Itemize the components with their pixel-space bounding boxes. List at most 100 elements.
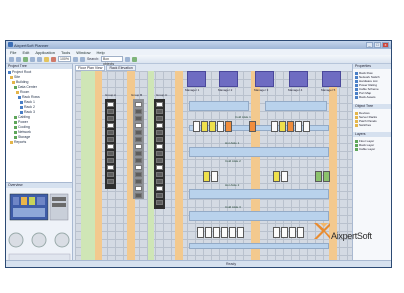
rack-slot[interactable] bbox=[107, 116, 114, 121]
rack-slot[interactable] bbox=[156, 179, 163, 184]
rack-unit[interactable] bbox=[315, 171, 322, 182]
server-rack[interactable] bbox=[154, 99, 165, 209]
rack-slot[interactable] bbox=[156, 144, 163, 149]
rack-unit[interactable] bbox=[287, 121, 294, 132]
rack-unit[interactable] bbox=[201, 121, 208, 132]
layer-item[interactable]: Cable Layer bbox=[355, 147, 375, 151]
rack-unit[interactable] bbox=[197, 227, 204, 238]
aisle-lane[interactable] bbox=[189, 189, 329, 199]
menu-file[interactable]: File bbox=[10, 50, 16, 55]
rack-unit[interactable] bbox=[237, 227, 244, 238]
maximize-button[interactable]: □ bbox=[374, 42, 381, 48]
server-rack[interactable] bbox=[133, 99, 144, 199]
rack-slot[interactable] bbox=[107, 165, 114, 170]
rack-slot[interactable] bbox=[135, 116, 142, 121]
rack-slot[interactable] bbox=[156, 200, 163, 205]
close-button[interactable]: x bbox=[382, 42, 389, 48]
redo-icon[interactable] bbox=[37, 56, 42, 62]
rack-slot[interactable] bbox=[156, 130, 163, 135]
rack-slot[interactable] bbox=[135, 137, 142, 142]
rack-unit[interactable] bbox=[281, 227, 288, 238]
rack-slot[interactable] bbox=[156, 172, 163, 177]
manager-block[interactable] bbox=[289, 71, 308, 87]
rack-slot[interactable] bbox=[107, 172, 114, 177]
rack-slot[interactable] bbox=[107, 151, 114, 156]
rack-unit[interactable] bbox=[203, 171, 210, 182]
rack-slot[interactable] bbox=[156, 123, 163, 128]
rack-slot[interactable] bbox=[135, 158, 142, 163]
rack-unit[interactable] bbox=[225, 121, 232, 132]
menu-application[interactable]: Application bbox=[35, 50, 55, 55]
rack-unit[interactable] bbox=[193, 121, 200, 132]
rack-unit[interactable] bbox=[297, 227, 304, 238]
undo-icon[interactable] bbox=[30, 56, 35, 62]
aisle-lane[interactable] bbox=[189, 147, 329, 157]
tree-item[interactable]: Reports bbox=[10, 140, 26, 145]
aisle-lane[interactable] bbox=[189, 211, 329, 221]
property-item[interactable]: Rack Assets bbox=[355, 95, 376, 99]
rack-unit[interactable] bbox=[221, 227, 228, 238]
rack-unit[interactable] bbox=[281, 171, 288, 182]
run-icon[interactable] bbox=[132, 56, 138, 62]
rack-slot[interactable] bbox=[107, 144, 114, 149]
rack-unit[interactable] bbox=[209, 121, 216, 132]
rack-slot[interactable] bbox=[135, 102, 142, 107]
rack-slot[interactable] bbox=[156, 193, 163, 198]
rack-unit[interactable] bbox=[289, 227, 296, 238]
rack-slot[interactable] bbox=[156, 116, 163, 121]
rack-unit[interactable] bbox=[273, 171, 280, 182]
search-input[interactable]: Box objects bbox=[101, 56, 124, 66]
aisle-lane[interactable] bbox=[189, 101, 249, 111]
zoom-field[interactable]: 100% bbox=[58, 56, 71, 62]
save-icon[interactable] bbox=[23, 56, 28, 62]
rack-unit[interactable] bbox=[213, 227, 220, 238]
manager-block[interactable] bbox=[255, 71, 274, 87]
rack-unit[interactable] bbox=[249, 121, 256, 132]
manager-block[interactable] bbox=[322, 71, 341, 87]
open-icon[interactable] bbox=[16, 56, 21, 62]
new-icon[interactable] bbox=[9, 56, 14, 62]
delete-icon[interactable] bbox=[51, 56, 56, 62]
rack-unit[interactable] bbox=[279, 121, 286, 132]
rack-unit[interactable] bbox=[271, 121, 278, 132]
rack-unit[interactable] bbox=[217, 121, 224, 132]
menu-edit[interactable]: Edit bbox=[22, 50, 29, 55]
rack-slot[interactable] bbox=[135, 165, 142, 170]
rack-slot[interactable] bbox=[135, 109, 142, 114]
rack-slot[interactable] bbox=[135, 179, 142, 184]
rack-slot[interactable] bbox=[135, 151, 142, 156]
overview-map[interactable] bbox=[6, 188, 73, 268]
rack-unit[interactable] bbox=[273, 227, 280, 238]
rack-slot[interactable] bbox=[156, 158, 163, 163]
rack-slot[interactable] bbox=[135, 123, 142, 128]
rack-slot[interactable] bbox=[107, 137, 114, 142]
aisle-lane[interactable] bbox=[265, 101, 327, 111]
rack-slot[interactable] bbox=[135, 172, 142, 177]
menu-help[interactable]: Help bbox=[97, 50, 105, 55]
rack-unit[interactable] bbox=[295, 121, 302, 132]
rack-slot[interactable] bbox=[107, 179, 114, 184]
rack-slot[interactable] bbox=[107, 123, 114, 128]
rack-unit[interactable] bbox=[211, 171, 218, 182]
object-item[interactable]: Switches bbox=[355, 123, 371, 127]
menu-window[interactable]: Window bbox=[76, 50, 90, 55]
search-icon[interactable] bbox=[125, 56, 131, 62]
rack-slot[interactable] bbox=[135, 144, 142, 149]
minimize-button[interactable]: _ bbox=[366, 42, 373, 48]
rack-unit[interactable] bbox=[323, 171, 330, 182]
rack-unit[interactable] bbox=[205, 227, 212, 238]
rack-slot[interactable] bbox=[107, 109, 114, 114]
rack-slot[interactable] bbox=[107, 102, 114, 107]
rack-slot[interactable] bbox=[135, 193, 142, 198]
rack-slot[interactable] bbox=[156, 186, 163, 191]
rack-slot[interactable] bbox=[156, 137, 163, 142]
rack-unit[interactable] bbox=[303, 121, 310, 132]
menu-tools[interactable]: Tools bbox=[61, 50, 70, 55]
rack-slot[interactable] bbox=[135, 130, 142, 135]
select-icon[interactable] bbox=[44, 56, 49, 62]
zoom-in-icon[interactable] bbox=[72, 56, 78, 62]
rack-unit[interactable] bbox=[229, 227, 236, 238]
manager-block[interactable] bbox=[187, 71, 206, 87]
rack-slot[interactable] bbox=[156, 165, 163, 170]
rack-slot[interactable] bbox=[156, 151, 163, 156]
